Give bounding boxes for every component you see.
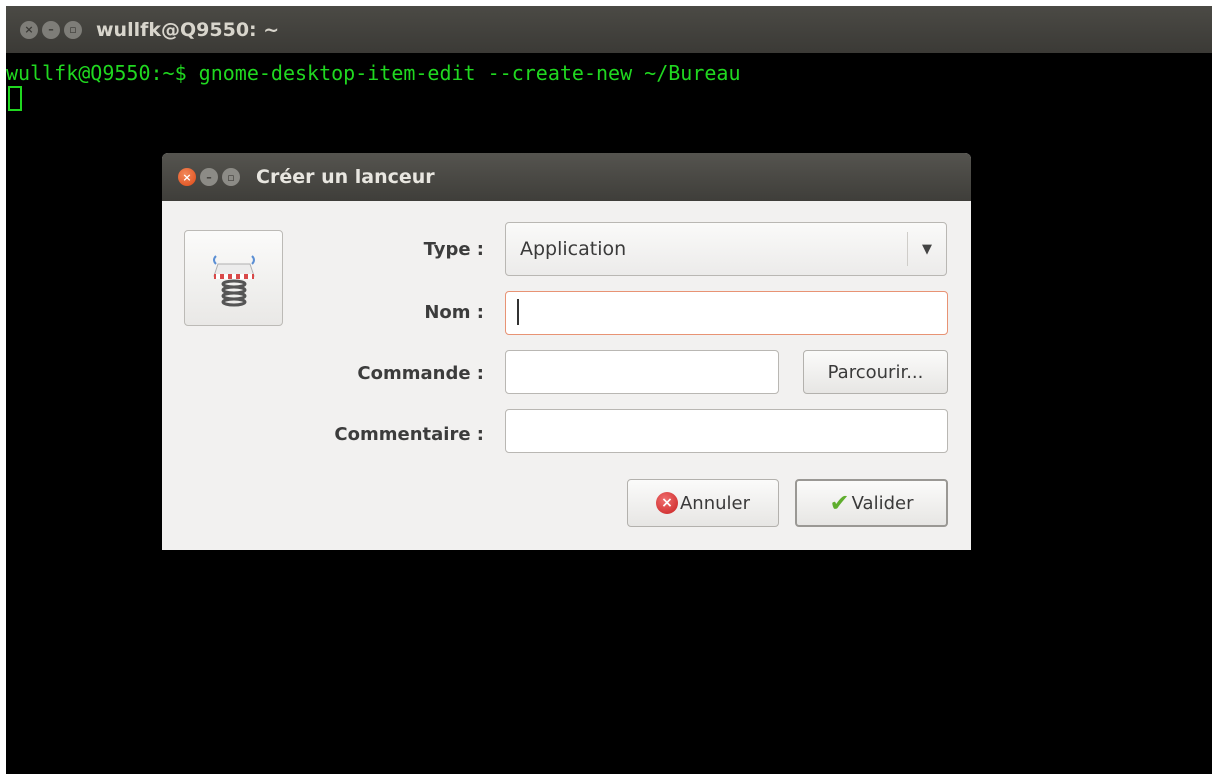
cancel-button[interactable]: × Annuler bbox=[627, 479, 779, 527]
maximize-icon[interactable]: ▫ bbox=[64, 20, 82, 39]
type-label: Type : bbox=[423, 239, 484, 260]
commentaire-input[interactable] bbox=[505, 409, 948, 453]
command-line: wullfk@Q9550:~$ gnome-desktop-item-edit … bbox=[6, 61, 741, 85]
close-icon[interactable]: × bbox=[20, 20, 38, 39]
type-combobox[interactable]: Application ▼ bbox=[505, 222, 947, 276]
maximize-icon[interactable]: ▫ bbox=[222, 168, 240, 186]
commande-input[interactable] bbox=[505, 350, 779, 394]
ok-button[interactable]: ✔ Valider bbox=[795, 479, 948, 527]
type-value: Application bbox=[520, 238, 627, 260]
check-icon: ✔ bbox=[829, 489, 850, 517]
cancel-icon: × bbox=[655, 492, 678, 514]
terminal-title: wullfk@Q9550: ~ bbox=[96, 18, 280, 41]
nom-input[interactable] bbox=[505, 291, 948, 335]
commentaire-label: Commentaire : bbox=[334, 424, 484, 445]
nom-label: Nom : bbox=[424, 302, 484, 323]
text-caret bbox=[517, 299, 519, 325]
dialog-title: Créer un lanceur bbox=[256, 166, 435, 188]
minimize-icon[interactable]: – bbox=[200, 168, 218, 186]
create-launcher-dialog: × – ▫ Créer un lanceur Type : Applicatio… bbox=[162, 153, 971, 550]
browse-button[interactable]: Parcourir... bbox=[803, 350, 948, 394]
terminal-titlebar[interactable]: × – ▫ wullfk@Q9550: ~ bbox=[6, 6, 1212, 53]
terminal-cursor bbox=[8, 86, 22, 111]
chevron-down-icon: ▼ bbox=[922, 241, 932, 257]
cancel-button-label: Annuler bbox=[679, 492, 750, 514]
minimize-icon[interactable]: – bbox=[42, 20, 60, 39]
dialog-titlebar[interactable]: × – ▫ Créer un lanceur bbox=[162, 153, 971, 201]
commande-label: Commande : bbox=[357, 363, 484, 384]
close-icon[interactable]: × bbox=[178, 168, 196, 186]
ok-button-label: Valider bbox=[851, 492, 914, 514]
